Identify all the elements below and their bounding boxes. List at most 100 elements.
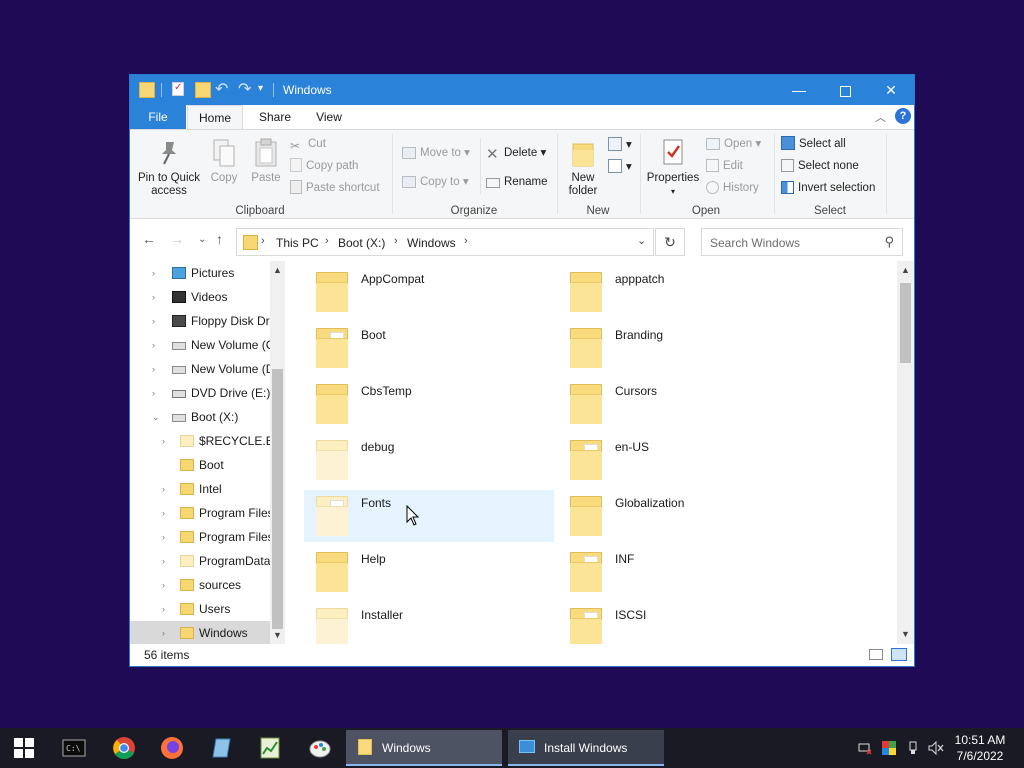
chevron-right-icon[interactable]: › <box>152 333 155 357</box>
chevron-right-icon[interactable]: › <box>261 235 265 247</box>
breadcrumb-this-pc[interactable]: This PC <box>276 236 319 250</box>
tab-file[interactable]: File <box>130 105 186 129</box>
folder-item[interactable]: Fonts <box>304 490 554 542</box>
nav-item[interactable]: › Users <box>130 597 270 621</box>
command-prompt-icon[interactable]: C:\ <box>62 736 86 760</box>
properties-button[interactable]: Properties ▾ <box>644 138 702 198</box>
nav-item[interactable]: › Intel <box>130 477 270 501</box>
chevron-right-icon[interactable]: › <box>162 621 165 644</box>
system-clock[interactable]: 10:51 AM 7/6/2022 <box>944 732 1016 764</box>
nav-item[interactable]: › New Volume (C <box>130 333 270 357</box>
customize-quick-access-icon[interactable]: ▾ <box>258 83 263 94</box>
move-to-button[interactable]: Move to ▾ <box>402 144 470 162</box>
pin-to-quick-access-button[interactable]: Pin to Quick access <box>136 138 202 198</box>
folder-item[interactable]: debug <box>304 434 554 486</box>
back-button[interactable]: ← <box>142 231 156 247</box>
scroll-down-icon[interactable]: ▼ <box>897 629 914 639</box>
address-bar[interactable]: › This PC › Boot (X:) › Windows › ⌄ <box>236 228 654 256</box>
copy-button[interactable]: Copy <box>204 138 244 185</box>
nav-item[interactable]: Boot <box>130 453 270 477</box>
folder-item[interactable]: CbsTemp <box>304 378 554 430</box>
breadcrumb-boot[interactable]: Boot (X:) <box>338 236 385 250</box>
scroll-up-icon[interactable]: ▲ <box>897 265 914 275</box>
folder-item[interactable]: INF <box>558 546 808 598</box>
navigation-pane-scrollbar[interactable]: ▲ ▼ <box>270 261 285 644</box>
folder-item[interactable]: Globalization <box>558 490 808 542</box>
folder-item[interactable]: AppCompat <box>304 266 554 318</box>
notepad-icon[interactable] <box>210 736 234 760</box>
history-button[interactable]: History <box>706 179 759 197</box>
chevron-right-icon[interactable]: › <box>152 381 155 405</box>
collapse-ribbon-icon[interactable]: ︿ <box>875 109 886 125</box>
up-button[interactable]: ↑ <box>216 231 223 247</box>
chevron-right-icon[interactable]: › <box>152 261 155 285</box>
chevron-right-icon[interactable]: › <box>162 597 165 621</box>
chevron-right-icon[interactable]: › <box>162 573 165 597</box>
taskbar-app-explorer[interactable]: Windows <box>346 730 502 766</box>
folder-item[interactable]: apppatch <box>558 266 808 318</box>
properties-quick-icon[interactable] <box>172 82 184 96</box>
cut-button[interactable]: ✂ Cut <box>290 135 326 153</box>
scroll-down-icon[interactable]: ▼ <box>270 630 285 640</box>
help-icon[interactable]: ? <box>895 108 911 124</box>
scroll-up-icon[interactable]: ▲ <box>270 265 285 275</box>
delete-button[interactable]: ✕ Delete ▾ <box>486 144 546 163</box>
chevron-right-icon[interactable]: › <box>464 235 468 247</box>
scrollbar-thumb[interactable] <box>272 369 283 629</box>
paint-icon[interactable] <box>308 736 332 760</box>
new-folder-button[interactable]: New folder <box>561 138 605 198</box>
select-none-button[interactable]: Select none <box>781 157 859 175</box>
folder-item[interactable]: Branding <box>558 322 808 374</box>
folder-item[interactable]: ISCSI <box>558 602 808 644</box>
breadcrumb-windows[interactable]: Windows <box>407 236 456 250</box>
file-list-scrollbar[interactable]: ▲ ▼ <box>897 261 914 644</box>
scrollbar-thumb[interactable] <box>900 283 911 363</box>
network-icon[interactable] <box>858 741 872 755</box>
refresh-button[interactable]: ↻ <box>655 228 685 256</box>
search-input[interactable]: Search Windows <box>710 236 800 250</box>
folder-item[interactable]: en-US <box>558 434 808 486</box>
chevron-right-icon[interactable]: › <box>162 501 165 525</box>
maximize-button[interactable] <box>822 75 868 105</box>
close-button[interactable]: ✕ <box>868 75 914 105</box>
large-icons-view-icon[interactable] <box>891 648 907 661</box>
invert-selection-button[interactable]: Invert selection <box>781 179 875 197</box>
easy-access-button[interactable]: ▾ <box>608 158 632 176</box>
paste-shortcut-button[interactable]: Paste shortcut <box>290 179 380 197</box>
nav-item[interactable]: › ProgramData <box>130 549 270 573</box>
minimize-button[interactable]: — <box>776 75 822 105</box>
paste-button[interactable]: Paste <box>246 138 286 185</box>
new-item-button[interactable]: ▾ <box>608 136 632 154</box>
task-manager-icon[interactable] <box>258 736 282 760</box>
nav-item[interactable]: › Windows <box>130 621 270 644</box>
select-all-button[interactable]: Select all <box>781 135 846 153</box>
nav-item[interactable]: › Program Files <box>130 501 270 525</box>
firefox-icon[interactable] <box>160 736 184 760</box>
tab-home[interactable]: Home <box>187 105 243 129</box>
open-button[interactable]: Open ▾ <box>706 135 761 153</box>
nav-item[interactable]: › New Volume (D <box>130 357 270 381</box>
start-button[interactable] <box>0 728 48 768</box>
chevron-right-icon[interactable]: › <box>152 309 155 333</box>
nav-item[interactable]: › DVD Drive (E:) I <box>130 381 270 405</box>
chrome-icon[interactable] <box>112 736 136 760</box>
forward-button[interactable]: → <box>170 231 184 247</box>
nav-item[interactable]: › sources <box>130 573 270 597</box>
folder-item[interactable]: Boot <box>304 322 554 374</box>
tab-share[interactable]: Share <box>255 105 295 129</box>
search-box[interactable]: Search Windows ⚲ <box>701 228 903 256</box>
chevron-right-icon[interactable]: › <box>162 525 165 549</box>
folder-item[interactable]: Installer <box>304 602 554 644</box>
rename-button[interactable]: Rename <box>486 173 547 191</box>
chevron-right-icon[interactable]: › <box>162 549 165 573</box>
chevron-right-icon[interactable]: › <box>325 235 329 247</box>
folder-item[interactable]: Cursors <box>558 378 808 430</box>
chevron-down-icon[interactable]: ⌄ <box>152 405 160 429</box>
details-view-icon[interactable] <box>869 649 883 660</box>
volume-muted-icon[interactable] <box>928 740 944 756</box>
copy-path-button[interactable]: Copy path <box>290 157 358 175</box>
tab-view[interactable]: View <box>311 105 347 129</box>
chevron-right-icon[interactable]: › <box>162 429 165 453</box>
chevron-right-icon[interactable]: › <box>152 285 155 309</box>
chevron-right-icon[interactable]: › <box>394 235 398 247</box>
